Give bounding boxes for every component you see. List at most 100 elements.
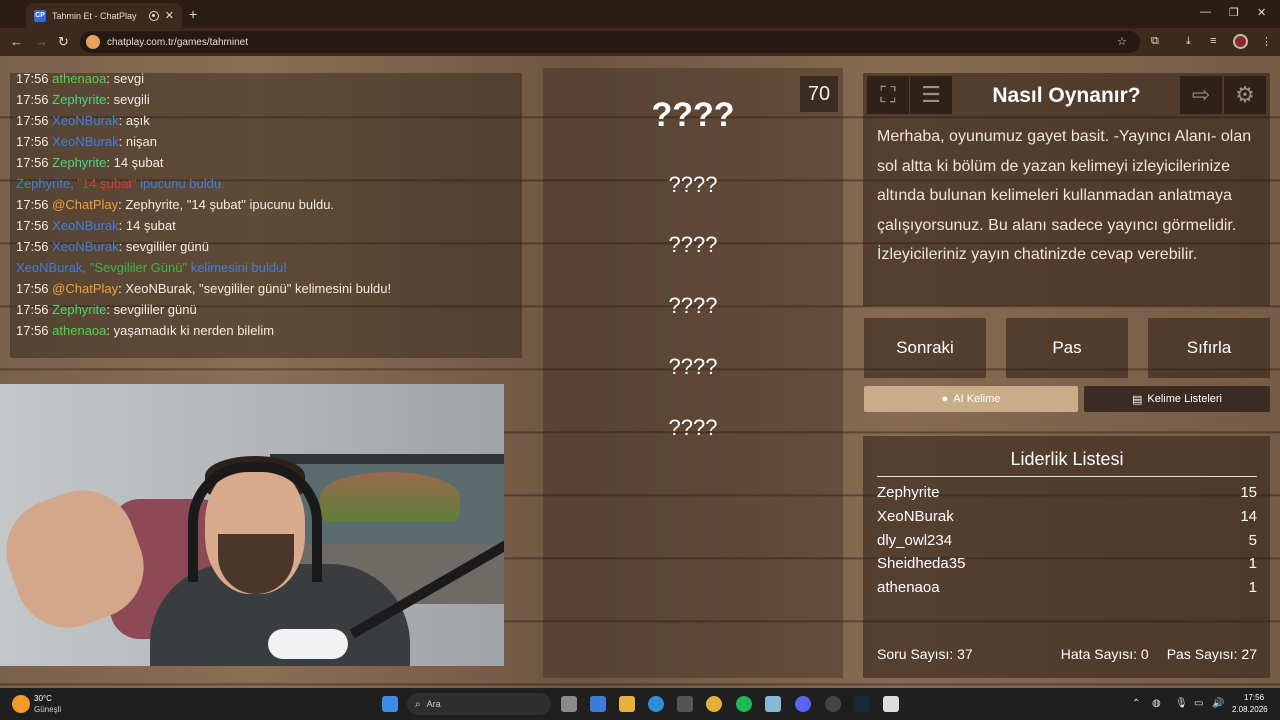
- task-view-icon[interactable]: [561, 696, 577, 712]
- chat-username[interactable]: @ChatPlay: [52, 281, 118, 296]
- clock-time[interactable]: 17:56: [1244, 693, 1264, 702]
- steam-icon[interactable]: [854, 696, 870, 712]
- webcam-feed: [0, 384, 504, 666]
- notice-highlight: "14 şubat": [77, 176, 137, 191]
- spotify-icon[interactable]: [736, 696, 752, 712]
- store-icon[interactable]: [677, 696, 693, 712]
- chat-text: : sevgi: [106, 71, 144, 86]
- edge-icon[interactable]: [648, 696, 664, 712]
- chat-text: : Zephyrite, "14 şubat" ipucunu buldu.: [118, 197, 335, 212]
- recording-icon: [148, 10, 159, 21]
- browser-toolbar: ← → ↻ chatplay.com.tr/games/tahminet ☆ ⧉…: [0, 28, 1280, 56]
- weather-icon[interactable]: [12, 695, 30, 713]
- help-text: Merhaba, oyunumuz gayet basit. -Yayıncı …: [877, 128, 1252, 263]
- tab-ai-word-label: AI Kelime: [953, 393, 1001, 405]
- chat-username[interactable]: XeoNBurak: [52, 134, 118, 149]
- chat-username[interactable]: Zephyrite: [52, 302, 106, 317]
- leaderboard-row: dly_owl234 5: [877, 532, 1257, 549]
- chat-username[interactable]: XeoNBurak: [52, 239, 118, 254]
- hint-word: ????: [668, 172, 718, 197]
- close-tab-icon[interactable]: ✕: [165, 9, 174, 22]
- hint-word: ????: [668, 415, 718, 440]
- menu-icon[interactable]: ⋮: [1261, 35, 1272, 48]
- chat-text: : 14 şubat: [118, 218, 176, 233]
- reset-button[interactable]: Sıfırla: [1148, 318, 1270, 378]
- chat-username[interactable]: athenaoa: [52, 71, 106, 86]
- chat-username[interactable]: athenaoa: [52, 323, 106, 338]
- chat-message: 17:56 XeoNBurak: sevgililer günü: [16, 236, 516, 257]
- chat-notice: Zephyrite, "14 şubat" ipucunu buldu.: [16, 173, 516, 194]
- error-count: Hata Sayısı: 0: [1060, 646, 1149, 662]
- file-explorer-icon[interactable]: [619, 696, 635, 712]
- leaderboard-row: athenaoa 1: [877, 579, 1257, 596]
- hint-word: ????: [668, 293, 718, 318]
- app-icon[interactable]: [765, 696, 781, 712]
- next-button[interactable]: Sonraki: [864, 318, 986, 378]
- exit-icon: ⇨: [1191, 82, 1211, 107]
- network-icon[interactable]: ▭: [1194, 698, 1203, 709]
- obs-icon[interactable]: [825, 696, 841, 712]
- close-window-icon[interactable]: ✕: [1257, 6, 1266, 19]
- site-info-icon[interactable]: [86, 35, 100, 49]
- question-count: Soru Sayısı: 37: [877, 646, 973, 662]
- chat-text: : 14 şubat: [106, 155, 164, 170]
- clock-date[interactable]: 2.08.2026: [1232, 705, 1268, 714]
- back-icon[interactable]: ←: [10, 34, 23, 49]
- tab-ai-word[interactable]: ● AI Kelime: [864, 386, 1078, 412]
- chat-text: : XeoNBurak, "sevgililer günü" kelimesin…: [118, 281, 392, 296]
- chat-username[interactable]: XeoNBurak: [52, 113, 118, 128]
- minimize-icon[interactable]: —: [1200, 6, 1211, 18]
- player-name: Zephyrite: [877, 484, 940, 501]
- start-icon[interactable]: [382, 696, 398, 712]
- chat-message: 17:56 XeoNBurak: 14 şubat: [16, 215, 516, 236]
- player-score: 14: [1240, 508, 1257, 525]
- pass-count: Pas Sayısı: 27: [1166, 646, 1257, 662]
- address-bar[interactable]: chatplay.com.tr/games/tahminet: [80, 31, 1140, 53]
- chat-timestamp: 17:56: [16, 197, 49, 212]
- capcut-icon[interactable]: [883, 696, 899, 712]
- notice-prefix: XeoNBurak,: [16, 260, 90, 275]
- robot-icon: ●: [941, 393, 949, 405]
- leaderboard-title: Liderlik Listesi: [877, 449, 1257, 477]
- chat-username[interactable]: XeoNBurak: [52, 218, 118, 233]
- taskbar-search[interactable]: ⌕ Ara: [407, 693, 551, 715]
- microphone-icon[interactable]: 🎙: [1175, 698, 1188, 709]
- tab-word-lists[interactable]: ▤ Kelime Listeleri: [1084, 386, 1270, 412]
- settings-button[interactable]: ⚙: [1224, 76, 1266, 114]
- tray-app-icon[interactable]: ◍: [1152, 698, 1161, 709]
- tab-title: Tahmin Et - ChatPlay: [52, 10, 137, 21]
- tray-chevron-icon[interactable]: ⌃: [1132, 698, 1140, 709]
- forward-icon[interactable]: →: [35, 34, 48, 49]
- discord-icon[interactable]: [795, 696, 811, 712]
- player-name: dly_owl234: [877, 532, 953, 549]
- leaderboard-row: Sheidheda35 1: [877, 555, 1257, 572]
- notice-highlight: "Sevgililer Günü": [89, 260, 188, 275]
- browser-tab[interactable]: CP Tahmin Et - ChatPlay ✕: [26, 3, 182, 28]
- profile-avatar[interactable]: [1233, 34, 1248, 49]
- leaderboard-row: XeoNBurak 14: [877, 508, 1257, 525]
- chrome-icon[interactable]: [706, 696, 722, 712]
- exit-button[interactable]: ⇨: [1180, 76, 1222, 114]
- chat-timestamp: 17:56: [16, 323, 49, 338]
- download-icon[interactable]: ⤓: [1186, 35, 1191, 48]
- reload-icon[interactable]: ↻: [58, 34, 69, 50]
- hint-word: ????: [668, 232, 718, 257]
- tab-word-lists-label: Kelime Listeleri: [1147, 393, 1222, 405]
- chat-timestamp: 17:56: [16, 281, 49, 296]
- copilot-icon[interactable]: [590, 696, 606, 712]
- pass-button[interactable]: Pas: [1006, 318, 1128, 378]
- extensions-icon[interactable]: ⧉: [1151, 35, 1159, 48]
- maximize-icon[interactable]: ❐: [1229, 6, 1239, 19]
- new-tab-icon[interactable]: +: [189, 6, 197, 22]
- chat-timestamp: 17:56: [16, 239, 49, 254]
- chat-username[interactable]: Zephyrite: [52, 155, 106, 170]
- clipboard-icon: ▤: [1132, 393, 1143, 406]
- bookmark-star-icon[interactable]: ☆: [1117, 35, 1127, 48]
- weather-description: Güneşli: [34, 705, 62, 714]
- chat-message: 17:56 athenaoa: yaşamadık ki nerden bile…: [16, 320, 516, 341]
- chat-username[interactable]: @ChatPlay: [52, 197, 118, 212]
- volume-icon[interactable]: 🔊: [1212, 698, 1224, 709]
- chat-username[interactable]: Zephyrite: [52, 92, 106, 107]
- chat-text: : sevgililer günü: [106, 302, 197, 317]
- reading-list-icon[interactable]: ≡: [1210, 35, 1216, 47]
